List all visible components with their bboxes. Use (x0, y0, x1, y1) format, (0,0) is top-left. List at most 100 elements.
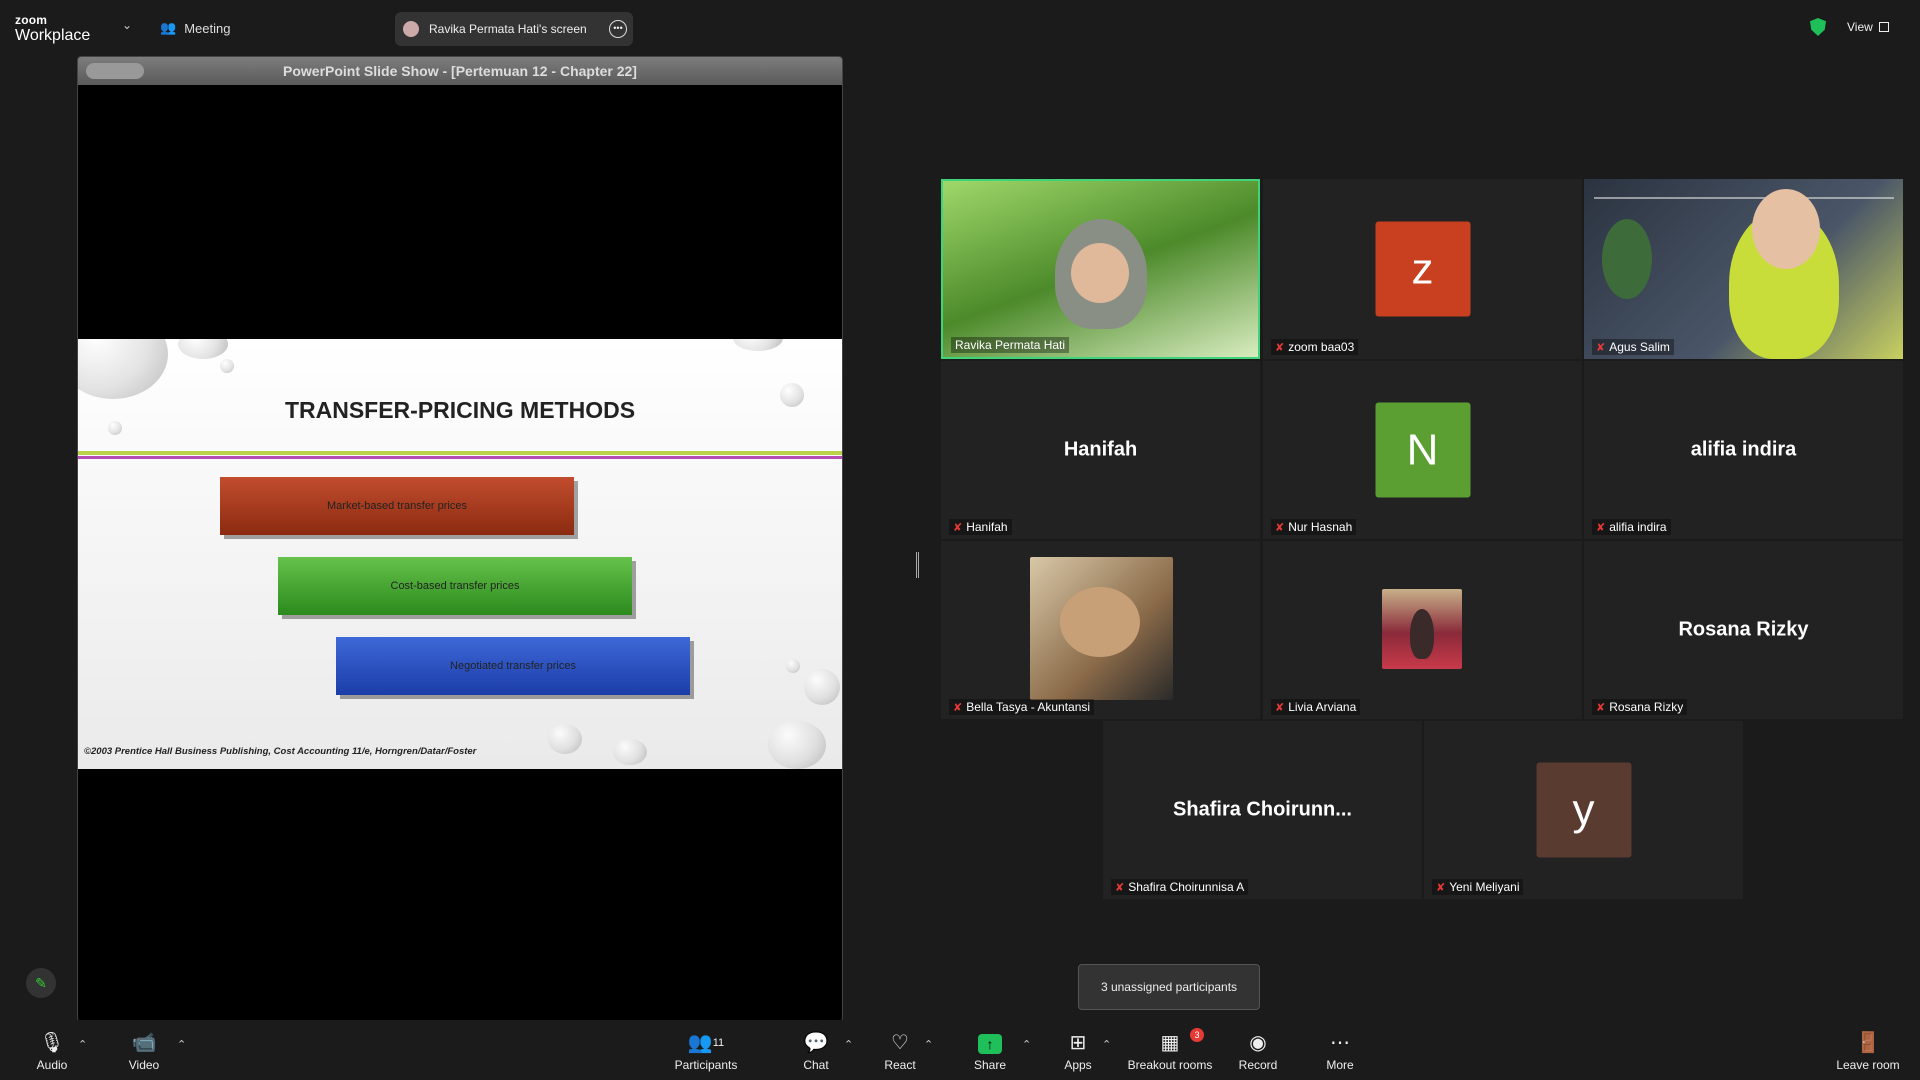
audio-button[interactable]: 🎙 Audio (12, 1030, 92, 1072)
participant-tile[interactable]: N ✘ Nur Hasnah (1263, 361, 1582, 539)
apps-label: Apps (1064, 1058, 1092, 1072)
participant-tile[interactable]: Shafira Choirunn... ✘ Shafira Choirunnisa… (1103, 721, 1422, 899)
screen-share-pill[interactable]: Ravika Permata Hati's screen ••• (395, 12, 633, 46)
water-drop (78, 339, 168, 399)
water-drop (733, 339, 783, 351)
slide-copyright: ©2003 Prentice Hall Business Publishing,… (84, 746, 477, 757)
chevron-up-icon[interactable]: ⌃ (844, 1038, 853, 1051)
mic-muted-icon: ✘ (1275, 341, 1285, 354)
video-label: Video (128, 1058, 160, 1072)
more-icon: ⋯ (1330, 1032, 1350, 1054)
participant-face (1752, 189, 1820, 269)
method-market: Market-based transfer prices (220, 477, 574, 535)
share-button[interactable]: ↑ Share (950, 1030, 1030, 1072)
participant-tile[interactable]: Hanifah ✘ Hanifah (941, 361, 1260, 539)
chat-label: Chat (803, 1058, 829, 1072)
participant-name: ✘ Hanifah (949, 519, 1012, 535)
leave-room-button[interactable]: 🚪 Leave room (1828, 1030, 1908, 1072)
mic-muted-icon: ✘ (1115, 881, 1125, 894)
react-button[interactable]: ♡ React (860, 1030, 940, 1072)
water-drop (786, 659, 800, 673)
participant-tile[interactable]: y ✘ Yeni Meliyani (1424, 721, 1743, 899)
mic-muted-icon: ✘ (1275, 521, 1285, 534)
splitter-handle[interactable] (916, 552, 919, 578)
mic-muted-icon: ✘ (1596, 701, 1606, 714)
participant-tile[interactable]: ✘ Bella Tasya - Akuntansi (941, 541, 1260, 719)
apps-button[interactable]: ⊞ Apps (1038, 1030, 1118, 1072)
plant (1602, 219, 1652, 299)
meeting-label: Meeting (184, 20, 231, 36)
participant-name: ✘ Nur Hasnah (1271, 519, 1357, 535)
video-off-icon: 📹 (131, 1032, 157, 1054)
participant-face (1071, 243, 1129, 303)
meeting-toolbar: 🎙 Audio ⌃ 📹 Video ⌃ 👥11 Participants 💬 C… (0, 1020, 1920, 1080)
participant-display-name: Hanifah (1063, 438, 1138, 461)
view-button[interactable]: View (1847, 20, 1889, 34)
video-button[interactable]: 📹 Video (104, 1030, 184, 1072)
participant-display-name: Rosana Rizky (1678, 618, 1809, 641)
brand-top: zoom (15, 13, 48, 27)
meeting-menu[interactable]: 👥 Meeting (160, 20, 230, 36)
participant-display-name: alifia indira (1690, 438, 1797, 461)
participant-name: ✘ alifia indira (1592, 519, 1671, 535)
divider (78, 456, 842, 459)
divider (78, 451, 842, 455)
avatar: N (1375, 402, 1470, 498)
participant-tile[interactable]: ✘ Agus Salim (1584, 179, 1903, 359)
chevron-up-icon[interactable]: ⌃ (177, 1038, 186, 1051)
mic-muted-icon: ✘ (1596, 341, 1606, 354)
share-screen-icon: ↑ (978, 1034, 1002, 1054)
breakout-label: Breakout rooms (1127, 1058, 1213, 1072)
participant-tile[interactable]: z ✘ zoom baa03 (1263, 179, 1582, 359)
more-label: More (1326, 1058, 1354, 1072)
participant-tile[interactable]: ✘ Livia Arviana (1263, 541, 1582, 719)
record-icon: ◉ (1249, 1032, 1267, 1054)
participant-name: Ravika Permata Hati (951, 337, 1070, 353)
record-button[interactable]: ◉ Record (1218, 1030, 1298, 1072)
water-drop (178, 339, 228, 359)
toggle-icon[interactable] (86, 63, 144, 79)
chevron-up-icon[interactable]: ⌃ (1102, 1038, 1111, 1051)
chevron-up-icon[interactable]: ⌃ (924, 1038, 933, 1051)
mic-muted-icon: ✘ (1275, 701, 1285, 714)
breakout-badge: 3 (1190, 1028, 1204, 1042)
profile-photo (1382, 589, 1462, 669)
annotate-pen-icon[interactable]: ✎ (26, 968, 56, 998)
screen-share-label: Ravika Permata Hati's screen (429, 22, 587, 36)
cat (1060, 587, 1140, 657)
participants-button[interactable]: 👥11 Participants (666, 1030, 746, 1072)
chevron-up-icon[interactable]: ⌃ (78, 1038, 87, 1051)
participant-tile[interactable]: Rosana Rizky ✘ Rosana Rizky (1584, 541, 1903, 719)
zoom-logo[interactable]: zoom Workplace (15, 14, 90, 44)
chevron-down-icon[interactable]: ⌄ (122, 18, 132, 32)
frame-line (1594, 197, 1894, 199)
participant-tile[interactable]: alifia indira ✘ alifia indira (1584, 361, 1903, 539)
participant-name: ✘ Rosana Rizky (1592, 699, 1688, 715)
chat-button[interactable]: 💬 Chat (776, 1030, 856, 1072)
mic-muted-icon: ✘ (1596, 521, 1606, 534)
participants-count: 11 (712, 1037, 725, 1049)
people-icon: 👥 (160, 20, 177, 35)
participant-tile[interactable]: Ravika Permata Hati (941, 179, 1260, 359)
brand-bottom: Workplace (15, 27, 91, 44)
chevron-up-icon[interactable]: ⌃ (1022, 1038, 1031, 1051)
shared-screen[interactable]: PowerPoint Slide Show - [Pertemuan 12 - … (77, 56, 843, 1022)
unassigned-tooltip: 3 unassigned participants (1078, 964, 1260, 1010)
avatar: y (1536, 762, 1631, 858)
slide: TRANSFER-PRICING METHODS Market-based tr… (78, 339, 842, 769)
mic-muted-icon: ✘ (953, 521, 963, 534)
method-cost: Cost-based transfer prices (278, 557, 632, 615)
slide-title: TRANSFER-PRICING METHODS (284, 397, 636, 423)
record-label: Record (1238, 1058, 1278, 1072)
breakout-rooms-button[interactable]: ▦ 3 Breakout rooms (1120, 1028, 1220, 1072)
more-options-icon[interactable]: ••• (609, 20, 627, 38)
mic-muted-icon: ✘ (1436, 881, 1446, 894)
water-drop (804, 669, 840, 705)
more-button[interactable]: ⋯ More (1300, 1030, 1380, 1072)
breakout-rooms-icon: ▦ 3 (1120, 1028, 1220, 1056)
profile-photo (1030, 557, 1173, 700)
shield-icon[interactable] (1810, 18, 1826, 36)
audio-label: Audio (36, 1058, 68, 1072)
participant-name: ✘ Agus Salim (1592, 339, 1674, 355)
participant-name: ✘ zoom baa03 (1271, 339, 1359, 355)
